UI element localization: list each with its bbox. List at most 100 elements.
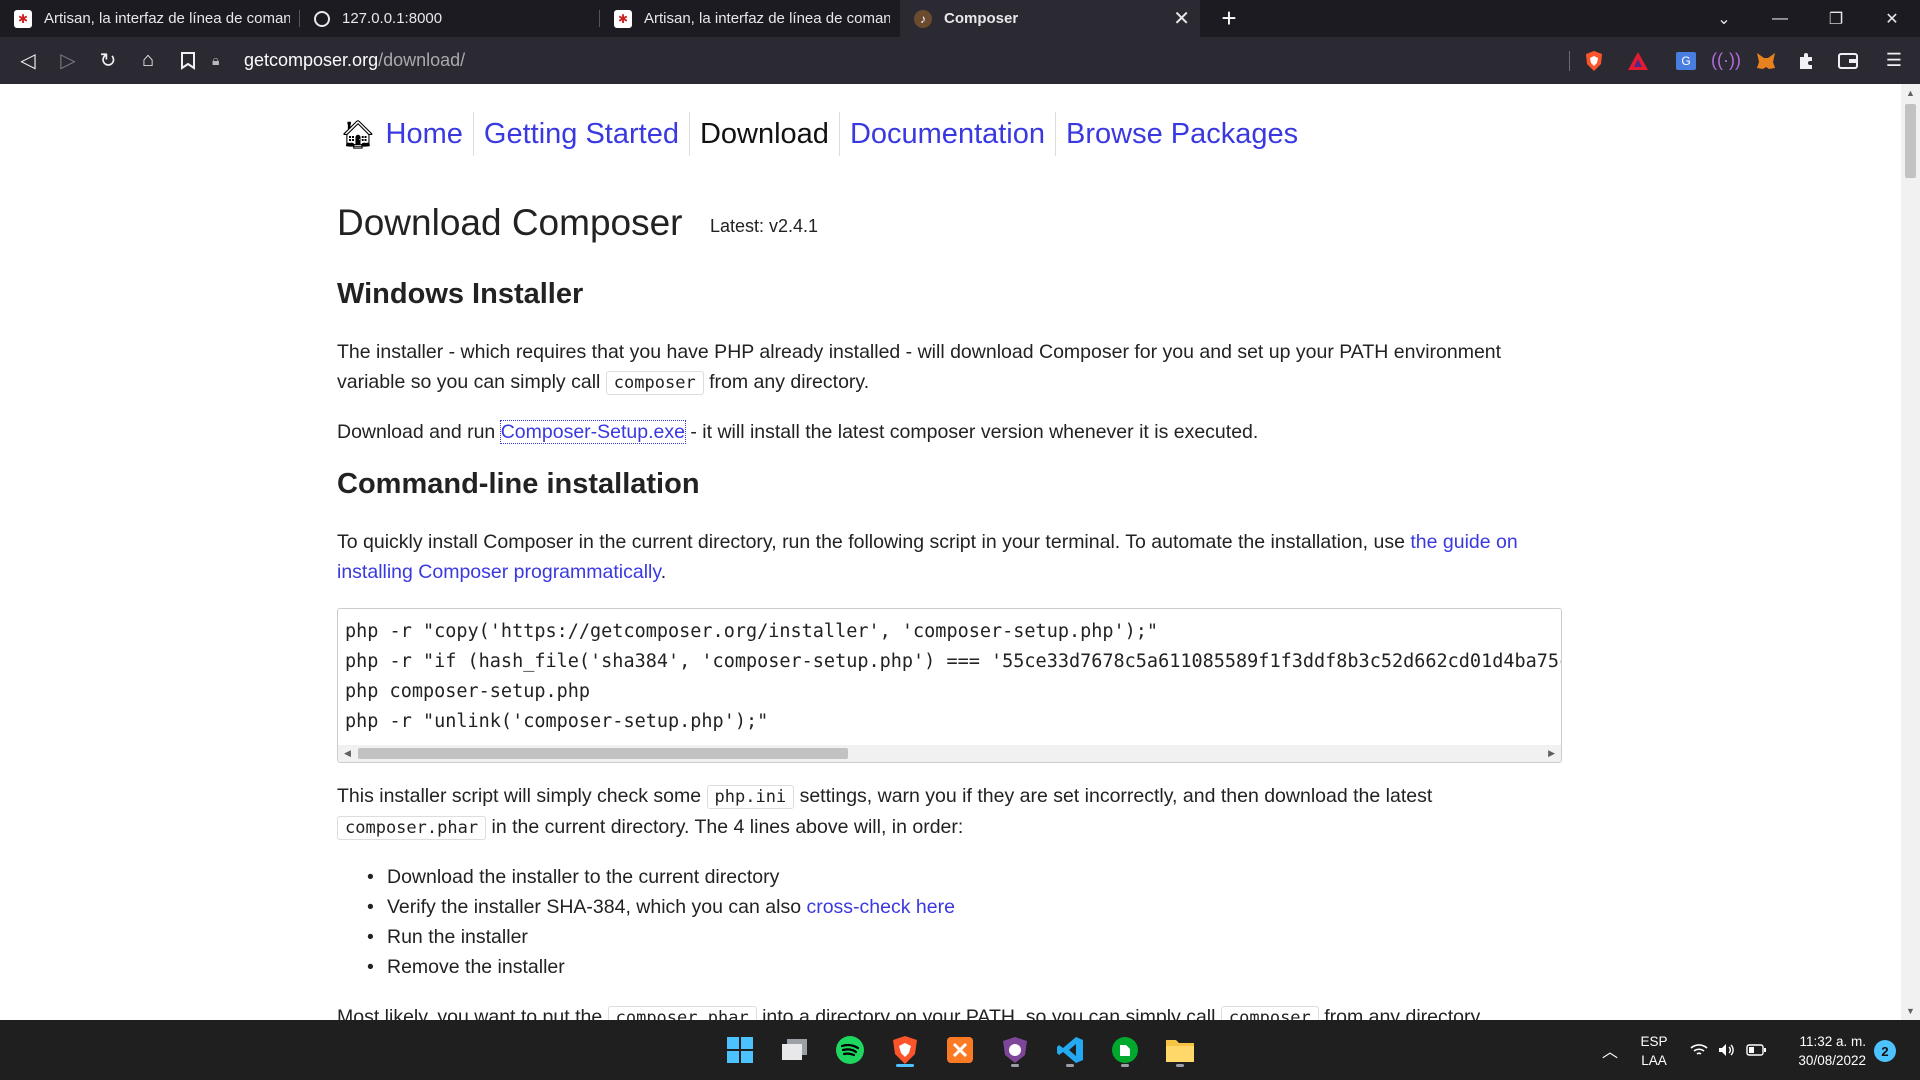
latest-version: Latest: v2.4.1 [710, 216, 819, 236]
code-line: php -r "unlink('composer-setup.php');" [345, 711, 769, 732]
url-host: getcomposer.org [244, 49, 379, 70]
date: 30/08/2022 [1798, 1053, 1866, 1068]
restore-button[interactable]: ❐ [1808, 0, 1864, 37]
brave-rewards-icon[interactable] [1618, 37, 1658, 84]
navigation-toolbar: ◁ ▷ ↻ ⌂ 🔒︎ getcomposer.org/download/ G (… [0, 37, 1920, 84]
language-code: ESP [1640, 1034, 1668, 1049]
text: The installer - which requires that you … [337, 341, 1502, 393]
wifi-icon[interactable] [1688, 1020, 1710, 1080]
address-bar[interactable]: 🔒︎ getcomposer.org/download/ [212, 42, 1570, 78]
taskbar: ︿ ESP LAA 11:32 a. m. 30/08/2022 2 [0, 1020, 1920, 1080]
translate-icon[interactable]: G [1666, 37, 1706, 84]
install-script-code-block[interactable]: php -r "copy('https://getcomposer.org/in… [337, 608, 1562, 763]
list-item: Run the installer [367, 922, 955, 952]
laravel-icon: ✱ [614, 9, 632, 28]
text: from any directory. [1318, 1006, 1485, 1020]
tor-icon[interactable] [995, 1030, 1035, 1070]
laravel-icon: ✱ [14, 9, 32, 28]
evernote-icon[interactable] [1105, 1030, 1145, 1070]
text: Download and run [337, 421, 501, 443]
tab-artisan-1[interactable]: ✱ Artisan, la interfaz de línea de coman… [0, 0, 300, 37]
spotify-icon[interactable] [830, 1030, 870, 1070]
brave-shields-icon[interactable] [1574, 37, 1614, 84]
scroll-up-icon[interactable]: ▲ [1901, 88, 1920, 98]
installer-steps-list: Download the installer to the current di… [367, 862, 955, 982]
url-path: /download/ [378, 49, 466, 70]
text: . [660, 561, 667, 583]
windows-start-icon[interactable] [720, 1030, 760, 1070]
composer-code: composer [1220, 1006, 1319, 1020]
horizontal-scrollbar[interactable]: ◀ ▶ [338, 745, 1561, 762]
show-hidden-icons-chevron-icon[interactable]: ︿ [1598, 1020, 1622, 1080]
new-tab-button[interactable]: + [1214, 3, 1244, 34]
composer-setup-exe-link[interactable]: Composer-Setup.exe [499, 420, 686, 444]
task-view-icon[interactable] [775, 1030, 815, 1070]
battery-icon[interactable] [1745, 1020, 1767, 1080]
composer-phar-code: composer.phar [337, 816, 487, 840]
menu-icon[interactable]: ☰ [1874, 37, 1914, 84]
brave-icon[interactable] [885, 1030, 925, 1070]
tab-strip: ✱ Artisan, la interfaz de línea de coman… [0, 0, 1920, 37]
nav-getting-started-link[interactable]: Getting Started [474, 112, 690, 156]
vertical-scrollbar[interactable]: ▲ ▼ [1901, 84, 1920, 1020]
tab-composer[interactable]: ♪ Composer ✕ [900, 0, 1200, 37]
metamask-icon[interactable] [1746, 37, 1786, 84]
code-lines: php -r "copy('https://getcomposer.org/in… [345, 617, 1562, 737]
toolbar-divider [1569, 51, 1570, 71]
windows-installer-heading: Windows Installer [337, 278, 584, 310]
close-window-button[interactable]: ✕ [1864, 0, 1920, 37]
nav-download-link[interactable]: Download [690, 112, 840, 156]
language-indicator[interactable]: ESP LAA [1638, 1032, 1670, 1070]
notification-badge[interactable]: 2 [1874, 1040, 1896, 1062]
globe-icon [314, 10, 330, 27]
code-line: php -r "if (hash_file('sha384', 'compose… [345, 651, 1562, 672]
windows-intro-paragraph: The installer - which requires that you … [337, 337, 1562, 398]
text: Most likely, you want to put the [337, 1006, 608, 1020]
file-explorer-icon[interactable] [1160, 1030, 1200, 1070]
extension-broadcast-icon[interactable]: ((·)) [1706, 37, 1746, 84]
reload-icon[interactable]: ↻ [88, 41, 128, 81]
tab-localhost[interactable]: 127.0.0.1:8000 [300, 0, 600, 37]
text: into a directory on your PATH, so you ca… [756, 1006, 1221, 1020]
bookmark-icon[interactable] [168, 41, 208, 81]
home-icon[interactable]: ⌂ [128, 41, 168, 81]
extensions-puzzle-icon[interactable] [1786, 37, 1826, 84]
clock[interactable]: 11:32 a. m. 30/08/2022 [1784, 1032, 1866, 1070]
running-indicator [1176, 1064, 1184, 1067]
code-line: php composer-setup.php [345, 681, 591, 702]
vscode-icon[interactable] [1050, 1030, 1090, 1070]
close-tab-icon[interactable]: ✕ [1173, 6, 1190, 31]
tab-title: 127.0.0.1:8000 [342, 10, 443, 27]
list-item: Verify the installer SHA-384, which you … [367, 892, 955, 922]
back-icon[interactable]: ◁ [8, 41, 48, 81]
page-title: Download Composer [337, 202, 683, 243]
time: 11:32 a. m. [1799, 1034, 1866, 1049]
scroll-down-icon[interactable]: ▼ [1901, 1006, 1920, 1016]
cross-check-link[interactable]: cross-check here [806, 896, 954, 918]
forward-icon[interactable]: ▷ [48, 41, 88, 81]
minimize-button[interactable]: — [1752, 0, 1808, 37]
scrollbar-thumb[interactable] [1905, 104, 1916, 178]
scroll-right-icon[interactable]: ▶ [1548, 745, 1555, 762]
windows-download-paragraph: Download and run Composer-Setup.exe - it… [337, 417, 1562, 447]
nav-home-link[interactable]: Home [386, 112, 474, 156]
list-item: Remove the installer [367, 952, 955, 982]
xampp-icon[interactable] [940, 1030, 980, 1070]
path-paragraph: Most likely, you want to put the compose… [337, 1002, 1562, 1020]
tab-list-chevron-icon[interactable]: ⌄ [1696, 0, 1752, 37]
web-page: 🏠︎ Home Getting Started Download Documen… [0, 84, 1901, 1020]
scroll-left-icon[interactable]: ◀ [344, 745, 351, 762]
scrollbar-thumb[interactable] [358, 748, 848, 759]
house-icon: 🏠︎ [340, 118, 376, 150]
nav-browse-packages-link[interactable]: Browse Packages [1056, 112, 1308, 156]
text: To quickly install Composer in the curre… [337, 531, 1411, 553]
volume-icon[interactable] [1716, 1020, 1738, 1080]
text: This installer script will simply check … [337, 785, 707, 807]
text: from any directory. [703, 371, 870, 393]
nav-documentation-link[interactable]: Documentation [840, 112, 1057, 156]
tab-title: Artisan, la interfaz de línea de comand [644, 10, 890, 27]
tab-artisan-2[interactable]: ✱ Artisan, la interfaz de línea de coman… [600, 0, 900, 37]
site-navigation: 🏠︎ Home Getting Started Download Documen… [340, 112, 1308, 156]
command-line-heading: Command-line installation [337, 468, 700, 500]
wallet-icon[interactable] [1828, 37, 1868, 84]
